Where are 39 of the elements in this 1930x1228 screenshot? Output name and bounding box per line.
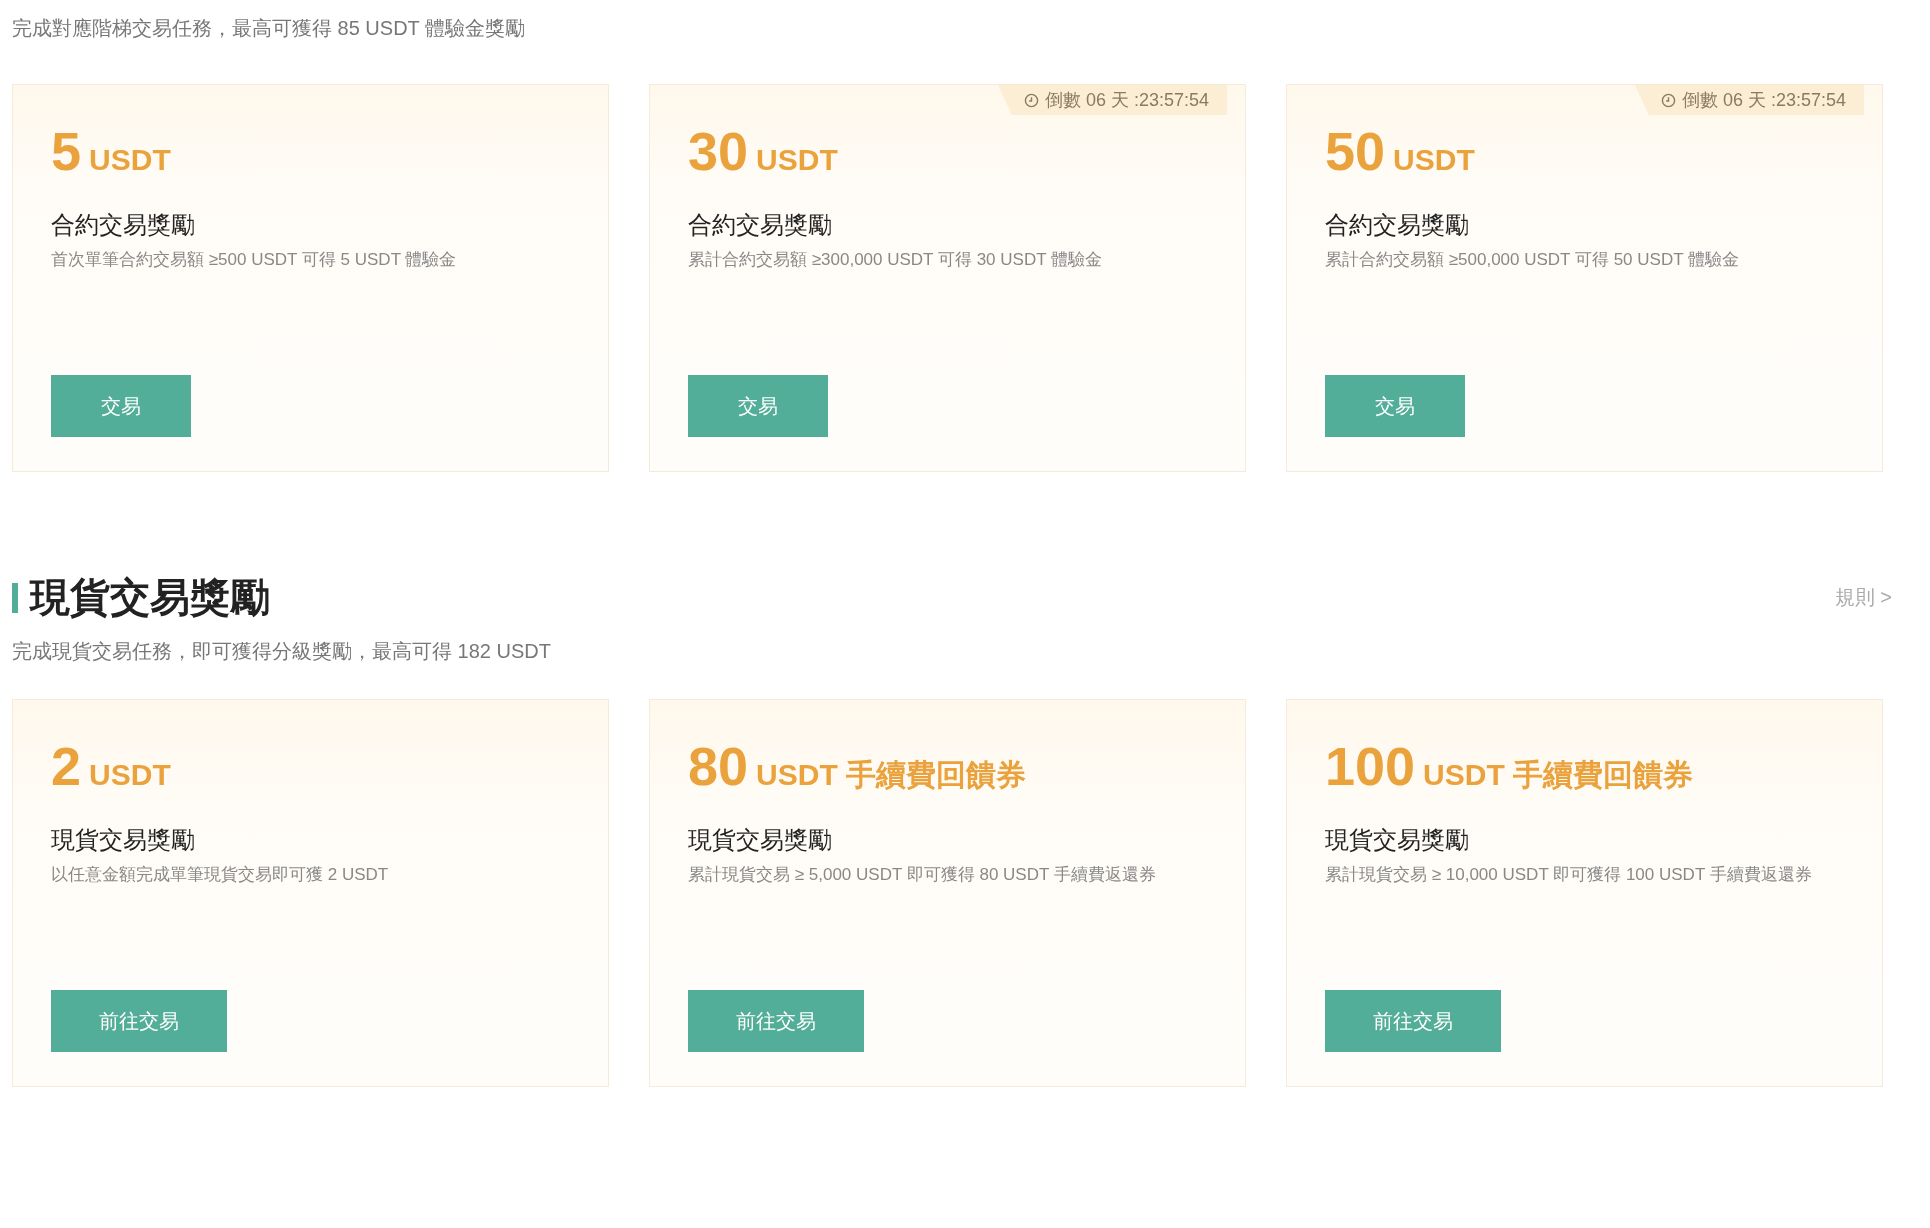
reward-title: 現貨交易獎勵 xyxy=(51,825,196,855)
reward-description: 累計現貨交易 ≥ 10,000 USDT 即可獲得 100 USDT 手續費返還券 xyxy=(1325,864,1813,886)
reward-unit: USDT 手續費回饋券 xyxy=(1423,757,1694,793)
trade-button[interactable]: 交易 xyxy=(1325,375,1465,437)
clock-icon xyxy=(1660,92,1676,108)
trade-button[interactable]: 前往交易 xyxy=(51,990,227,1052)
reward-unit: USDT xyxy=(89,758,171,792)
trade-button[interactable]: 交易 xyxy=(688,375,828,437)
reward-amount: 2 xyxy=(51,736,82,796)
section-heading: 現貨交易獎勵 xyxy=(30,574,270,621)
reward-amount: 80 xyxy=(688,736,749,796)
countdown-text: 倒數 06 天 :23:57:54 xyxy=(1681,89,1846,112)
reward-amount: 30 xyxy=(688,121,749,181)
reward-title: 合約交易獎勵 xyxy=(1325,210,1470,240)
reward-title: 合約交易獎勵 xyxy=(688,210,833,240)
reward-unit: USDT xyxy=(89,143,171,177)
heading-accent-bar xyxy=(12,582,18,613)
trade-button[interactable]: 前往交易 xyxy=(1325,990,1501,1052)
reward-unit: USDT 手續費回饋券 xyxy=(756,757,1027,793)
reward-amount: 100 xyxy=(1325,736,1416,796)
section-subtitle: 完成現貨交易任務，即可獲得分級獎勵，最高可得 182 USDT xyxy=(12,639,552,664)
reward-unit: USDT xyxy=(1393,143,1475,177)
reward-description: 累計合約交易額 ≥300,000 USDT 可得 30 USDT 體驗金 xyxy=(688,249,1103,271)
reward-description: 累計合約交易額 ≥500,000 USDT 可得 50 USDT 體驗金 xyxy=(1325,249,1740,271)
reward-unit: USDT xyxy=(756,143,838,177)
rules-link[interactable]: 規則 > xyxy=(1834,584,1892,611)
reward-amount: 5 xyxy=(51,121,82,181)
reward-description: 以任意金額完成單筆現貨交易即可獲 2 USDT xyxy=(51,864,390,886)
trade-button[interactable]: 交易 xyxy=(51,375,191,437)
reward-title: 現貨交易獎勵 xyxy=(688,825,833,855)
reward-description: 首次單筆合約交易額 ≥500 USDT 可得 5 USDT 體驗金 xyxy=(51,249,458,271)
reward-description: 累計現貨交易 ≥ 5,000 USDT 即可獲得 80 USDT 手續費返還券 xyxy=(688,864,1157,886)
section-subtitle: 完成對應階梯交易任務，最高可獲得 85 USDT 體驗金獎勵 xyxy=(12,16,526,41)
reward-title: 現貨交易獎勵 xyxy=(1325,825,1470,855)
clock-icon xyxy=(1023,92,1039,108)
trade-button[interactable]: 前往交易 xyxy=(688,990,864,1052)
reward-amount: 50 xyxy=(1325,121,1386,181)
reward-title: 合約交易獎勵 xyxy=(51,210,196,240)
countdown-text: 倒數 06 天 :23:57:54 xyxy=(1044,89,1209,112)
